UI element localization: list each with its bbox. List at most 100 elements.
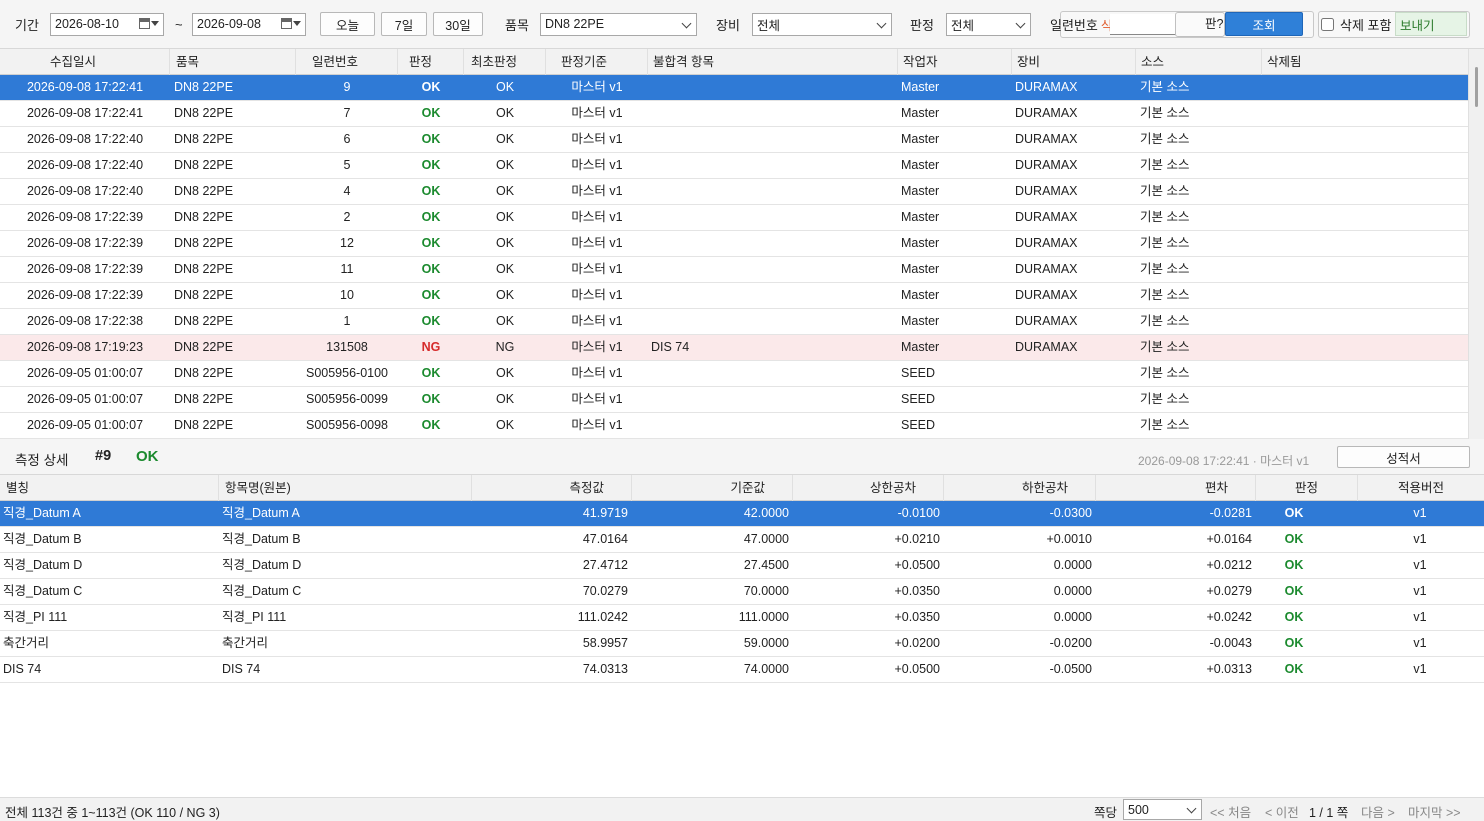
cell-upper-tol: +0.0500 <box>894 558 940 572</box>
col-collected-at[interactable]: 수집일시 <box>0 49 170 75</box>
cell-failed-items <box>648 153 898 179</box>
judge-select[interactable]: 전체 <box>946 12 1031 36</box>
calendar-icon[interactable] <box>139 17 159 29</box>
col-equipment[interactable]: 장비 <box>1012 49 1136 75</box>
cell-judge: OK <box>421 210 441 224</box>
cell-failed-items <box>648 387 898 413</box>
cell-deviation: -0.0043 <box>1209 636 1252 650</box>
today-button[interactable]: 오늘 <box>320 12 375 36</box>
measurement-row[interactable]: DIS 74 DIS 74 74.0313 74.0000 +0.0500 -0.0500… <box>0 657 1484 683</box>
cell-upper-tol: -0.0100 <box>897 506 940 520</box>
cell-nominal: 59.0000 <box>743 636 789 650</box>
first-page-link[interactable]: << 처음 <box>1210 802 1251 821</box>
cell-item-name: DIS 74 <box>222 662 261 676</box>
cell-collected-at: 2026-09-08 17:22:40 <box>26 132 144 146</box>
cell-nominal: 70.0000 <box>743 584 789 598</box>
equipment-select[interactable]: 전체 <box>752 12 892 36</box>
cell-worker: Master <box>901 288 940 302</box>
record-row[interactable]: 2026-09-08 17:19:23 DN8 22PE 131508 NG NG 마스터… <box>0 335 1468 361</box>
cell-failed-items: DIS 74 <box>651 340 690 354</box>
cell-serial: 9 <box>343 80 351 94</box>
cell-item-name: 축간거리 <box>222 636 269 650</box>
prev-page-link[interactable]: < 이전 <box>1265 802 1299 821</box>
col-lower-tol[interactable]: 하한공차 <box>944 475 1096 501</box>
col-failed-items[interactable]: 불합격 항목 <box>648 49 898 75</box>
col-worker[interactable]: 작업자 <box>898 49 1012 75</box>
record-row[interactable]: 2026-09-08 17:22:38 DN8 22PE 1 OK OK 마스터 v1 Ma… <box>0 309 1468 335</box>
measurement-row[interactable]: 직경_Datum A 직경_Datum A 41.9719 42.0000 -0.010… <box>0 501 1484 527</box>
last-30-days-button[interactable]: 30일 <box>433 12 483 36</box>
cell-upper-tol: +0.0350 <box>894 584 940 598</box>
record-row[interactable]: 2026-09-08 17:22:41 DN8 22PE 7 OK OK 마스터 v1 Ma… <box>0 101 1468 127</box>
cell-worker: Master <box>901 340 940 354</box>
record-row[interactable]: 2026-09-08 17:22:40 DN8 22PE 4 OK OK 마스터 v1 Ma… <box>0 179 1468 205</box>
record-row[interactable]: 2026-09-05 01:00:07 DN8 22PE S005956-0098 O… <box>0 413 1468 439</box>
export-button[interactable]: 보내기 <box>1395 12 1467 36</box>
cell-measured: 74.0313 <box>582 662 628 676</box>
last-7-days-button[interactable]: 7일 <box>381 12 427 36</box>
cell-deleted <box>1262 179 1468 205</box>
col-first-judge[interactable]: 최초판정 <box>464 49 546 75</box>
date-to-value: 2026-09-08 <box>197 17 261 31</box>
col-measured[interactable]: 측정값 <box>472 475 632 501</box>
last-page-link[interactable]: 마지막 >> <box>1408 802 1461 821</box>
col-judge-basis[interactable]: 판정기준 <box>546 49 648 75</box>
hidden-button[interactable]: 판? <box>1175 12 1225 37</box>
cell-nominal: 111.0000 <box>738 610 789 624</box>
col-product[interactable]: 품목 <box>170 49 296 75</box>
report-button[interactable]: 성적서 <box>1337 446 1470 468</box>
cell-judge: OK <box>421 392 441 406</box>
col-version[interactable]: 적용버전 <box>1358 475 1484 501</box>
calendar-icon[interactable] <box>281 17 301 29</box>
cell-collected-at: 2026-09-08 17:19:23 <box>26 340 144 354</box>
record-row[interactable]: 2026-09-08 17:22:40 DN8 22PE 5 OK OK 마스터 v1 Ma… <box>0 153 1468 179</box>
col-judge[interactable]: 판정 <box>398 49 464 75</box>
cell-source: 기본 소스 <box>1140 314 1190 328</box>
measurement-row[interactable]: 직경_PI 111 직경_PI 111 111.0242 111.0000 +0.035… <box>0 605 1484 631</box>
cell-equipment: DURAMAX <box>1015 210 1078 224</box>
next-page-link[interactable]: 다음 > <box>1361 802 1395 821</box>
col-serial[interactable]: 일련번호 <box>296 49 398 75</box>
include-deleted-checkbox[interactable] <box>1321 17 1334 31</box>
measurement-row[interactable]: 직경_Datum C 직경_Datum C 70.0279 70.0000 +0.035… <box>0 579 1484 605</box>
col-item-name[interactable]: 항목명(원본) <box>219 475 472 501</box>
cell-source: 기본 소스 <box>1140 106 1190 120</box>
col-upper-tol[interactable]: 상한공차 <box>793 475 944 501</box>
record-row[interactable]: 2026-09-05 01:00:07 DN8 22PE S005956-0099 O… <box>0 387 1468 413</box>
col-source[interactable]: 소스 <box>1136 49 1262 75</box>
scrollbar-thumb[interactable] <box>1475 67 1478 107</box>
col-nominal[interactable]: 기준값 <box>632 475 793 501</box>
cell-equipment: DURAMAX <box>1015 132 1078 146</box>
measurement-row[interactable]: 축간거리 축간거리 58.9957 59.0000 +0.0200 -0.0200 -0.0… <box>0 631 1484 657</box>
col-deleted[interactable]: 삭제됨 <box>1262 49 1468 75</box>
date-to-picker[interactable]: 2026-09-08 <box>192 12 306 36</box>
record-row[interactable]: 2026-09-08 17:22:39 DN8 22PE 10 OK OK 마스터 v1 M… <box>0 283 1468 309</box>
record-row[interactable]: 2026-09-08 17:22:39 DN8 22PE 2 OK OK 마스터 v1 Ma… <box>0 205 1468 231</box>
col-alias[interactable]: 별칭 <box>0 475 219 501</box>
page-size-select[interactable]: 500 <box>1123 799 1202 820</box>
records-scrollbar[interactable] <box>1468 49 1484 439</box>
cell-equipment <box>1012 413 1136 439</box>
cell-detail-judge: OK <box>1284 558 1304 572</box>
detail-number: #9 <box>95 448 112 464</box>
cell-detail-judge: OK <box>1284 662 1304 676</box>
cell-source: 기본 소스 <box>1140 132 1190 146</box>
record-row[interactable]: 2026-09-08 17:22:40 DN8 22PE 6 OK OK 마스터 v1 Ma… <box>0 127 1468 153</box>
record-row[interactable]: 2026-09-05 01:00:07 DN8 22PE S005956-0100 O… <box>0 361 1468 387</box>
cell-alias: 직경_Datum A <box>3 506 81 520</box>
measurement-row[interactable]: 직경_Datum B 직경_Datum B 47.0164 47.0000 +0.021… <box>0 527 1484 553</box>
record-row[interactable]: 2026-09-08 17:22:39 DN8 22PE 11 OK OK 마스터 v1 M… <box>0 257 1468 283</box>
record-row[interactable]: 2026-09-08 17:22:41 DN8 22PE 9 OK OK 마스터 v1 Ma… <box>0 75 1468 101</box>
search-button[interactable]: 조회 <box>1225 12 1303 36</box>
cell-first-judge: OK <box>495 80 515 94</box>
measurement-row[interactable]: 직경_Datum D 직경_Datum D 27.4712 27.4500 +0.050… <box>0 553 1484 579</box>
cell-serial: 2 <box>343 210 351 224</box>
record-row[interactable]: 2026-09-08 17:22:39 DN8 22PE 12 OK OK 마스터 v1 M… <box>0 231 1468 257</box>
cell-first-judge: OK <box>495 158 515 172</box>
col-detail-judge[interactable]: 판정 <box>1256 475 1358 501</box>
col-deviation[interactable]: 편차 <box>1096 475 1256 501</box>
product-select[interactable]: DN8 22PE <box>540 12 697 36</box>
date-from-picker[interactable]: 2026-08-10 <box>50 12 164 36</box>
cell-first-judge: OK <box>495 210 515 224</box>
cell-judge-basis: 마스터 v1 <box>571 262 623 276</box>
